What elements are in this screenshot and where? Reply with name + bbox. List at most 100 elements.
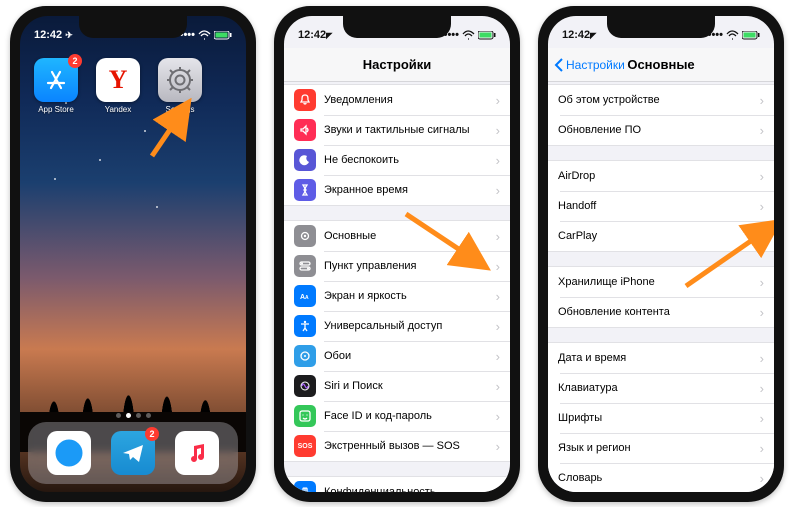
- chevron-right-icon: ›: [496, 153, 500, 168]
- app-yandex[interactable]: Y Yandex: [96, 58, 140, 114]
- dock-safari[interactable]: [47, 431, 91, 475]
- battery-icon: [742, 31, 760, 40]
- row-label: Об этом устройстве: [558, 94, 760, 106]
- general-row[interactable]: Handoff›: [548, 191, 774, 221]
- dock-telegram[interactable]: 2: [111, 431, 155, 475]
- app-label: App Store: [34, 105, 78, 114]
- chevron-right-icon: ›: [496, 409, 500, 424]
- row-label: Siri и Поиск: [324, 380, 496, 392]
- settings-row[interactable]: Конфиденциальность›: [284, 477, 510, 492]
- status-indicators: ••••: [444, 29, 496, 41]
- settings-row[interactable]: Face ID и код-пароль›: [284, 401, 510, 431]
- chevron-right-icon: ›: [760, 411, 764, 426]
- general-row[interactable]: Дата и время›: [548, 343, 774, 373]
- chevron-right-icon: ›: [760, 275, 764, 290]
- chevron-right-icon: ›: [496, 379, 500, 394]
- chevron-right-icon: ›: [760, 199, 764, 214]
- yandex-icon: Y: [109, 65, 128, 95]
- access-icon: [294, 315, 316, 337]
- general-row[interactable]: Словарь›: [548, 463, 774, 492]
- row-label: Словарь: [558, 472, 760, 484]
- settings-list[interactable]: Уведомления›Звуки и тактильные сигналы›Н…: [284, 82, 510, 492]
- dock-music[interactable]: [175, 431, 219, 475]
- row-label: Звуки и тактильные сигналы: [324, 124, 496, 136]
- settings-row[interactable]: Звуки и тактильные сигналы›: [284, 115, 510, 145]
- badge: 2: [68, 54, 82, 68]
- row-label: Конфиденциальность: [324, 486, 496, 492]
- chevron-right-icon: ›: [496, 439, 500, 454]
- row-label: Обновление контента: [558, 306, 760, 318]
- settings-row[interactable]: Пункт управления›: [284, 251, 510, 281]
- phone-settings-root: 12:42◤ •••• Настройки Уведомления›Звуки …: [274, 6, 520, 502]
- chevron-right-icon: ›: [496, 259, 500, 274]
- dock: 2: [28, 422, 238, 484]
- general-row[interactable]: Шрифты›: [548, 403, 774, 433]
- settings-row[interactable]: AA Экран и яркость›: [284, 281, 510, 311]
- moon-icon: [294, 149, 316, 171]
- gear-icon: [294, 225, 316, 247]
- row-label: Язык и регион: [558, 442, 760, 454]
- settings-row[interactable]: Siri и Поиск›: [284, 371, 510, 401]
- aa-icon: AA: [294, 285, 316, 307]
- row-label: Хранилище iPhone: [558, 276, 760, 288]
- row-label: Face ID и код-пароль: [324, 410, 496, 422]
- battery-icon: [478, 31, 496, 40]
- settings-row[interactable]: Универсальный доступ›: [284, 311, 510, 341]
- general-row[interactable]: CarPlay›: [548, 221, 774, 251]
- back-button[interactable]: Настройки: [554, 48, 625, 81]
- chevron-right-icon: ›: [496, 485, 500, 493]
- general-row[interactable]: Язык и регион›: [548, 433, 774, 463]
- nav-header: Настройки: [284, 48, 510, 82]
- telegram-icon: [120, 440, 146, 466]
- settings-row[interactable]: Экранное время›: [284, 175, 510, 205]
- row-label: Handoff: [558, 200, 760, 212]
- status-indicators: ••••: [708, 29, 760, 41]
- nav-header: Настройки Основные: [548, 48, 774, 82]
- row-label: Экран и яркость: [324, 290, 496, 302]
- general-row[interactable]: AirDrop›: [548, 161, 774, 191]
- settings-row[interactable]: Основные›: [284, 221, 510, 251]
- general-row[interactable]: Клавиатура›: [548, 373, 774, 403]
- settings-row[interactable]: Не беспокоить›: [284, 145, 510, 175]
- safari-icon: [52, 436, 86, 470]
- general-row[interactable]: Хранилище iPhone›: [548, 267, 774, 297]
- home-app-row: 2 App Store Y Yandex Settings: [34, 58, 202, 114]
- wifi-icon: [462, 30, 475, 40]
- row-label: Шрифты: [558, 412, 760, 424]
- chevron-right-icon: ›: [760, 305, 764, 320]
- chevron-right-icon: ›: [496, 289, 500, 304]
- row-label: Не беспокоить: [324, 154, 496, 166]
- chevron-right-icon: ›: [760, 381, 764, 396]
- row-label: Пункт управления: [324, 260, 496, 272]
- sound-icon: [294, 119, 316, 141]
- app-appstore[interactable]: 2 App Store: [34, 58, 78, 114]
- general-row[interactable]: Об этом устройстве›: [548, 85, 774, 115]
- chevron-right-icon: ›: [760, 123, 764, 138]
- app-settings[interactable]: Settings: [158, 58, 202, 114]
- page-title: Основные: [627, 57, 694, 72]
- music-icon: [185, 441, 209, 465]
- back-label: Настройки: [566, 58, 625, 72]
- notch: [343, 16, 451, 38]
- row-label: Обои: [324, 350, 496, 362]
- settings-row[interactable]: SOSЭкстренный вызов — SOS›: [284, 431, 510, 461]
- status-time: 12:42: [298, 29, 326, 41]
- settings-row[interactable]: Обои›: [284, 341, 510, 371]
- badge: 2: [145, 427, 159, 441]
- settings-row[interactable]: Уведомления›: [284, 85, 510, 115]
- chevron-left-icon: [554, 58, 564, 72]
- row-label: Экстренный вызов — SOS: [324, 440, 496, 452]
- hand-icon: [294, 481, 316, 492]
- row-label: Обновление ПО: [558, 124, 760, 136]
- page-title: Настройки: [363, 57, 432, 72]
- status-indicators: ••••: [180, 29, 232, 41]
- chevron-right-icon: ›: [760, 471, 764, 486]
- general-list[interactable]: Об этом устройстве›Обновление ПО›AirDrop…: [548, 82, 774, 492]
- chevron-right-icon: ›: [496, 93, 500, 108]
- hour-icon: [294, 179, 316, 201]
- general-row[interactable]: Обновление ПО›: [548, 115, 774, 145]
- general-row[interactable]: Обновление контента›: [548, 297, 774, 327]
- wall-icon: [294, 345, 316, 367]
- chevron-right-icon: ›: [760, 229, 764, 244]
- row-label: Универсальный доступ: [324, 320, 496, 332]
